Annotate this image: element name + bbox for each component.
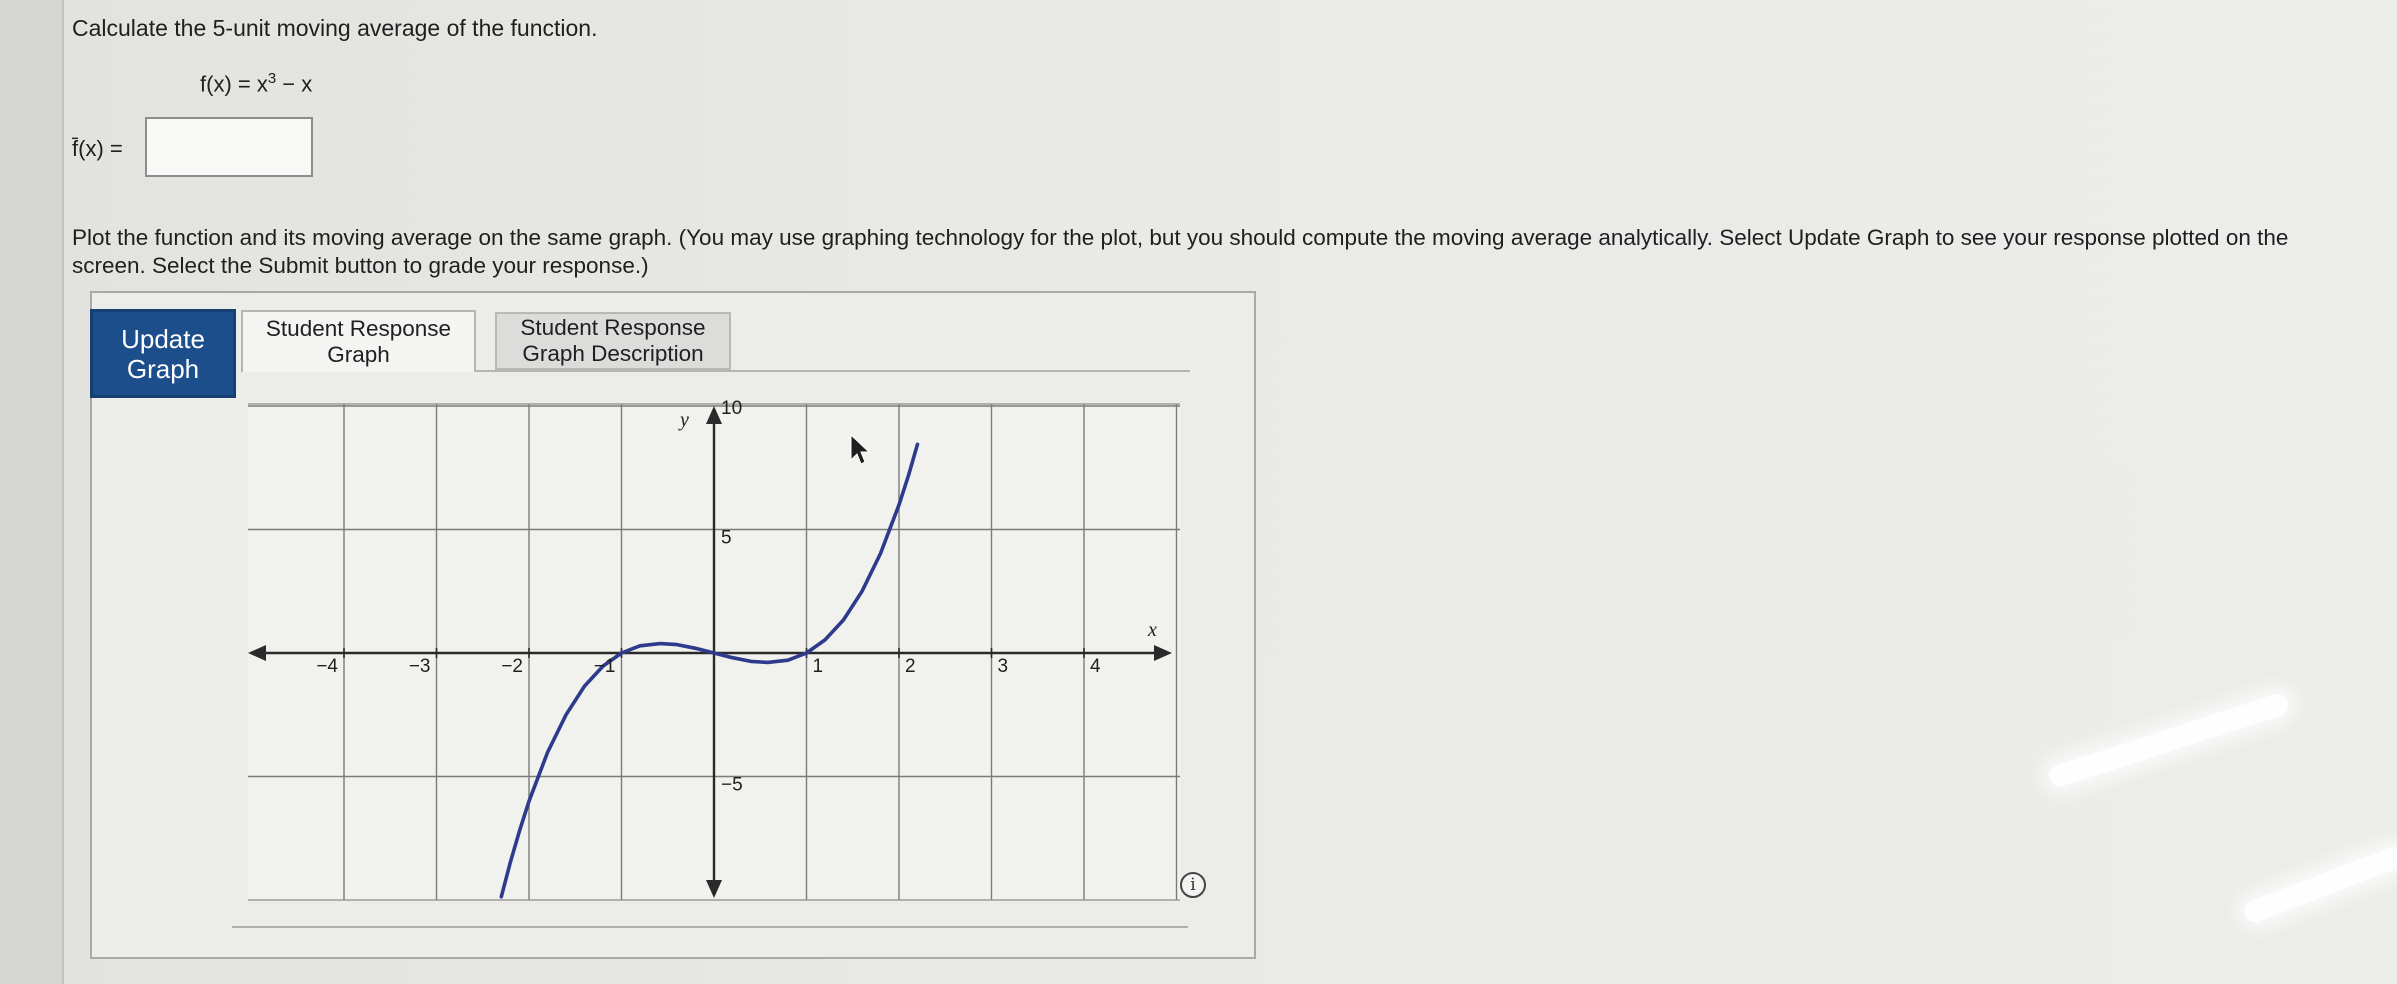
x-tick-label: 3 <box>998 656 1009 677</box>
grid <box>232 403 1188 928</box>
y-tick-label: −5 <box>721 775 743 796</box>
x-tick-label: −3 <box>409 656 431 677</box>
x-tick-label: −1 <box>594 656 616 677</box>
response-graph[interactable]: −4 −3 −2 −1 1 2 3 4 10 5 −5 x y <box>0 0 2397 984</box>
x-axis-label: x <box>1147 619 1157 641</box>
info-icon[interactable]: i <box>1180 872 1206 898</box>
x-tick-label: 2 <box>905 656 916 677</box>
x-tick-label: 4 <box>1090 656 1101 677</box>
x-tick-label: −4 <box>316 656 338 677</box>
x-tick-label: −2 <box>501 656 523 677</box>
y-axis-label: y <box>678 409 689 431</box>
y-tick-label: 5 <box>721 528 732 549</box>
x-tick-label: 1 <box>813 656 824 677</box>
y-tick-label: 10 <box>721 398 742 419</box>
